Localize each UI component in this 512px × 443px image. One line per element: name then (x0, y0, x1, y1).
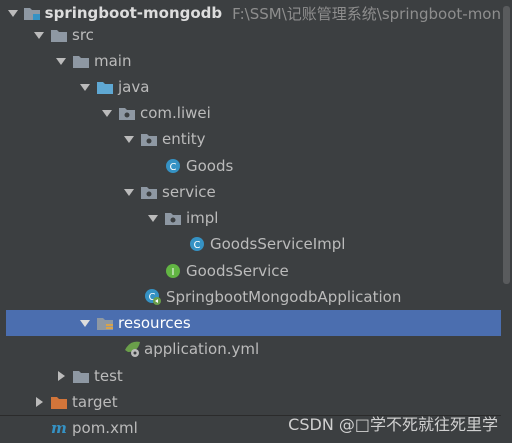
tree-node-goods-service-impl-class[interactable]: C GoodsServiceImpl (0, 231, 501, 257)
package-icon (140, 183, 158, 201)
vertical-scrollbar[interactable] (501, 0, 512, 443)
node-label: com.liwei (140, 104, 211, 122)
expand-arrow-icon[interactable] (120, 183, 138, 201)
interface-icon: I (164, 262, 182, 280)
excluded-folder-icon (50, 393, 68, 411)
expand-arrow-icon[interactable] (120, 130, 138, 148)
svg-text:I: I (172, 267, 175, 278)
folder-icon (50, 26, 68, 44)
node-label: application.yml (144, 340, 260, 358)
node-label: test (94, 367, 123, 385)
source-folder-icon (96, 78, 114, 96)
tree-node-goods-service-interface[interactable]: I GoodsService (0, 258, 501, 284)
tree-node-application-yml[interactable]: application.yml (0, 336, 501, 362)
expand-arrow-icon[interactable] (144, 209, 162, 227)
svg-text:C: C (170, 162, 177, 173)
node-label: target (72, 393, 118, 411)
tree-node-src[interactable]: src (0, 22, 501, 48)
tree-node-java[interactable]: java (0, 74, 501, 100)
expand-arrow-icon[interactable] (6, 4, 21, 22)
expand-arrow-icon[interactable] (98, 104, 116, 122)
node-label: GoodsService (186, 262, 289, 280)
class-icon: C (188, 235, 206, 253)
expand-arrow-icon[interactable] (30, 26, 48, 44)
collapse-arrow-icon[interactable] (30, 393, 48, 411)
node-label: entity (162, 130, 206, 148)
tree-node-impl[interactable]: impl (0, 205, 501, 231)
node-label: SpringbootMongodbApplication (166, 288, 402, 306)
tree-node-test[interactable]: test (0, 363, 501, 389)
node-label: main (94, 52, 132, 70)
watermark: CSDN @□学不死就往死里学 (288, 415, 498, 434)
spring-yml-icon (122, 340, 140, 358)
node-label: java (118, 78, 150, 96)
tree-node-entity[interactable]: entity (0, 126, 501, 152)
node-label: impl (186, 209, 219, 227)
collapse-arrow-icon[interactable] (52, 367, 70, 385)
svg-text:m: m (51, 420, 67, 436)
folder-icon (72, 367, 90, 385)
tree-node-package-com-liwei[interactable]: com.liwei (0, 100, 501, 126)
spring-boot-class-icon: C (144, 288, 162, 306)
node-label: Goods (186, 157, 234, 175)
maven-icon: m (50, 419, 68, 437)
project-path: F:\SSM\记账管理系统\springboot-mon (232, 4, 501, 23)
tree-node-goods-class[interactable]: C Goods (0, 153, 501, 179)
package-icon (164, 209, 182, 227)
node-label: src (72, 26, 94, 44)
resources-folder-icon (96, 314, 114, 332)
node-label: GoodsServiceImpl (210, 235, 346, 253)
package-icon (118, 104, 136, 122)
node-label: resources (118, 314, 191, 332)
expand-arrow-icon[interactable] (76, 78, 94, 96)
tree-node-application-class[interactable]: C SpringbootMongodbApplication (0, 284, 501, 310)
expand-arrow-icon[interactable] (52, 52, 70, 70)
tree-node-service[interactable]: service (0, 179, 501, 205)
tree-node-main[interactable]: main (0, 48, 501, 74)
node-label: service (162, 183, 216, 201)
node-label: pom.xml (72, 419, 138, 437)
folder-icon (72, 52, 90, 70)
expand-arrow-icon[interactable] (76, 314, 94, 332)
module-folder-icon (23, 4, 41, 22)
tree-node-resources[interactable]: resources (6, 310, 501, 336)
class-icon: C (164, 157, 182, 175)
package-icon (140, 130, 158, 148)
svg-text:C: C (194, 240, 201, 251)
scrollbar-thumb[interactable] (503, 6, 510, 284)
